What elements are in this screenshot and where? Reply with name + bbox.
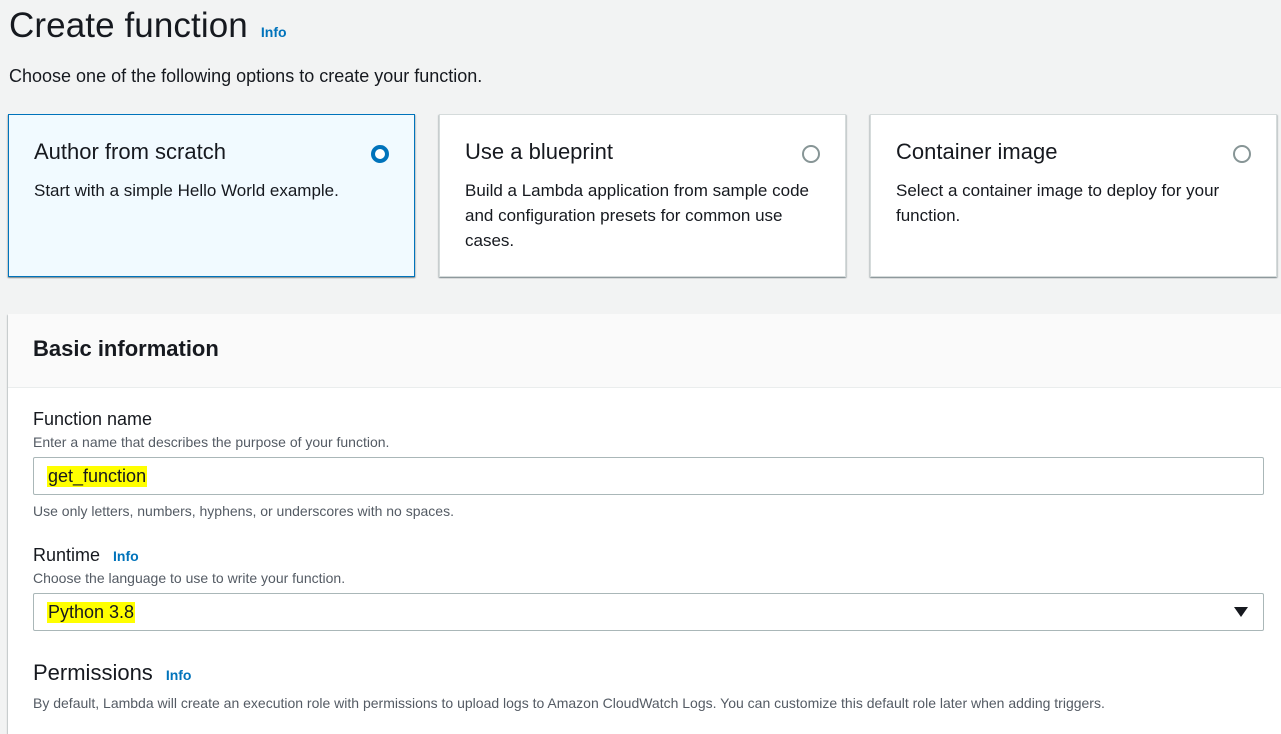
permissions-label: Permissions Info [33, 660, 1264, 686]
permissions-description: By default, Lambda will create an execut… [33, 695, 1105, 711]
function-name-constraint: Use only letters, numbers, hyphens, or u… [33, 503, 454, 519]
function-name-label-text: Function name [33, 409, 153, 429]
creation-options: Author from scratch Start with a simple … [8, 114, 1278, 278]
runtime-field: Runtime Info Choose the language to use … [33, 545, 1264, 631]
runtime-label: Runtime Info [33, 545, 1264, 566]
runtime-select[interactable]: Python 3.8 [33, 593, 1264, 631]
runtime-info-link[interactable]: Info [113, 548, 139, 564]
function-name-description: Enter a name that describes the purpose … [33, 434, 390, 450]
panel-header: Basic information [8, 314, 1281, 388]
panel-title: Basic information [33, 336, 219, 361]
runtime-label-text: Runtime [33, 545, 101, 565]
permissions-section: Permissions Info By default, Lambda will… [33, 660, 1264, 711]
option-container-image[interactable]: Container image Select a container image… [870, 114, 1277, 277]
radio-container-image[interactable] [1233, 145, 1251, 163]
page-header: Create function Info [9, 6, 1269, 46]
permissions-info-link[interactable]: Info [166, 667, 192, 683]
runtime-value: Python 3.8 [47, 601, 136, 623]
option-description: Build a Lambda application from sample c… [465, 181, 809, 250]
function-name-label: Function name [33, 409, 1264, 430]
title-row: Create function Info [9, 6, 1269, 46]
page-title: Create function [9, 6, 248, 45]
page-description: Choose one of the following options to c… [9, 66, 483, 86]
option-title: Author from scratch [34, 139, 226, 164]
radio-author-from-scratch[interactable] [371, 145, 389, 163]
option-use-a-blueprint[interactable]: Use a blueprint Build a Lambda applicati… [439, 114, 846, 277]
option-description: Select a container image to deploy for y… [896, 181, 1220, 225]
option-title: Container image [896, 139, 1058, 164]
radio-use-a-blueprint[interactable] [802, 145, 820, 163]
option-description: Start with a simple Hello World example. [34, 181, 339, 200]
runtime-description: Choose the language to use to write your… [33, 570, 346, 586]
permissions-label-text: Permissions [33, 660, 153, 685]
option-title: Use a blueprint [465, 139, 613, 164]
option-author-from-scratch[interactable]: Author from scratch Start with a simple … [8, 114, 415, 277]
basic-information-panel: Basic information Function name Enter a … [8, 314, 1281, 734]
caret-down-icon [1234, 607, 1248, 617]
function-name-field: Function name Enter a name that describe… [33, 409, 1264, 519]
function-name-input[interactable]: get_function [33, 457, 1264, 495]
function-name-value: get_function [47, 465, 148, 487]
title-info-link[interactable]: Info [261, 24, 287, 40]
